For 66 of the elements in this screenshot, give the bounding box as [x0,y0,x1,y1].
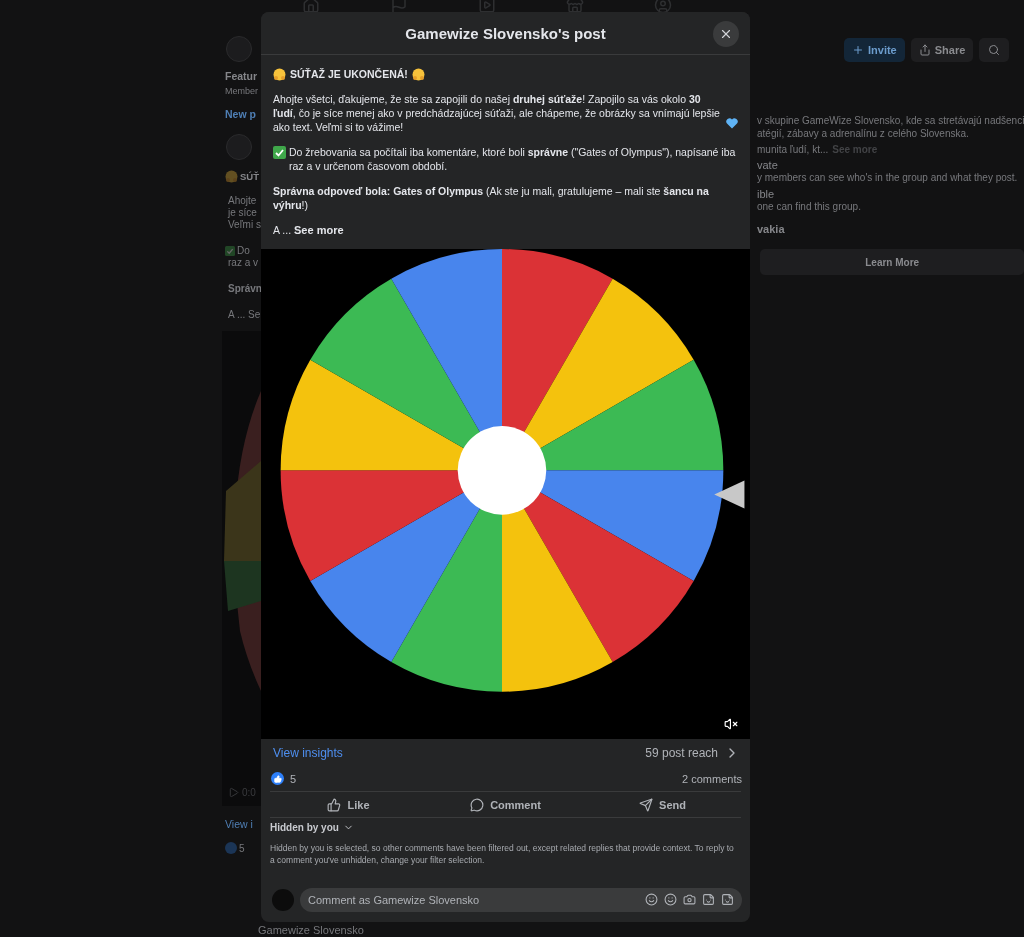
fact-text: y members can see who's in the group and what they post. [756,171,1019,184]
like-icon [225,842,237,854]
post-heading: SÚŤAŽ JE UKONČENÁ! [290,67,408,81]
group-name: Featur [225,70,259,82]
about-text: v skupine GameWize Slovensko, kde sa stretávajú nadšenci [756,114,1024,127]
gif-icon[interactable] [702,893,715,906]
share-button[interactable]: Share [910,38,974,62]
send-icon [639,797,654,812]
send-button[interactable]: Send [584,796,741,813]
about-text: atégií, zábavy a adrenalínu z celého Slovenska. [756,127,970,140]
camera-icon[interactable] [683,893,696,906]
hugging-face-icon [225,170,238,183]
post-heading: SÚŤ [240,171,259,182]
filter-note: Hidden by you is selected, so other comments have been filtered out, except related replies that provide context. To reply to a comment you've unhidden, change your filter selection. [270,842,735,866]
see-more-link[interactable]: See more [294,224,344,236]
post-paragraph: Do žrebovania sa počítali iba komentáre, ktoré boli správne ("Gates of Olympus"), napísané iba raz a v určenom časovom období. [289,145,737,173]
share-icon [918,44,931,56]
like-count: 5 [239,842,245,854]
insights-link[interactable]: View insights [273,746,343,760]
author-avatar [226,134,252,160]
fact-text: one can find this group. [756,200,862,213]
fact-title: vate [756,159,779,171]
avatar-sticker-icon[interactable] [645,893,658,906]
fact-title: ible [756,188,776,200]
check-icon [273,146,286,159]
heart-icon [726,118,738,129]
filter-dropdown[interactable]: Hidden by you [270,822,354,833]
location: vakia [756,223,786,235]
thumbs-up-icon [327,797,342,812]
group-meta: Member [225,86,259,96]
speech-bubble-icon [470,797,485,812]
insights-link[interactable]: View i [225,818,261,830]
post-paragraph: Ahojte všetci, ďakujeme, že ste sa zapojili do našej druhej súťaže! Zapojilo sa vás okolo 30 ľudí, čo je síce menej ako v predchádzajúcej súťaži, ale chápeme, že obrázky sa vnímajú lepšie ako text. Veľmi si to vážime! [273,92,721,134]
author-name: Gamewize Slovensko [258,924,364,936]
comment-count: 2 comments [682,772,742,785]
reaction-count: 5 [290,772,297,785]
emoji-icon[interactable] [664,893,677,906]
comment-button[interactable]: Comment [427,796,584,813]
close-button[interactable] [713,21,739,47]
about-text: munita ľudí, kt... [757,144,829,155]
post-paragraph: Správna odpoveď bola: Gates of Olympus (Ak ste ju mali, gratulujeme – mali ste šancu na výhru!) [273,185,709,211]
check-icon [225,246,235,256]
post-reach-link[interactable]: 59 post reach [645,745,740,761]
new-post-link[interactable]: New p [225,108,261,120]
group-logo [226,36,252,62]
post-text: je síce [228,207,258,219]
post-text: Do [237,245,250,257]
search-button[interactable] [979,38,1010,62]
post-text: raz a v [228,257,259,269]
sticker-icon[interactable] [721,893,734,906]
like-icon [271,772,284,785]
dialog-title: Gamewize Slovensko's post [405,24,606,42]
post-text: A ... Se [228,309,261,321]
like-button[interactable]: Like [270,796,427,813]
plus-icon [852,44,864,56]
post-text: Správn [228,283,261,295]
comment-field[interactable]: Comment as Gamewize Slovensko [300,888,742,912]
search-icon [988,44,1001,56]
invite-button[interactable]: Invite [844,38,905,62]
learn-more-button[interactable]: Learn More [760,249,1024,275]
user-avatar [272,889,294,911]
post-text: Ahojte [228,195,258,207]
hugging-face-icon [411,67,425,81]
hugging-face-icon [273,67,286,81]
post-text: A ... [273,224,292,236]
post-text: Veľmi s [228,219,261,231]
